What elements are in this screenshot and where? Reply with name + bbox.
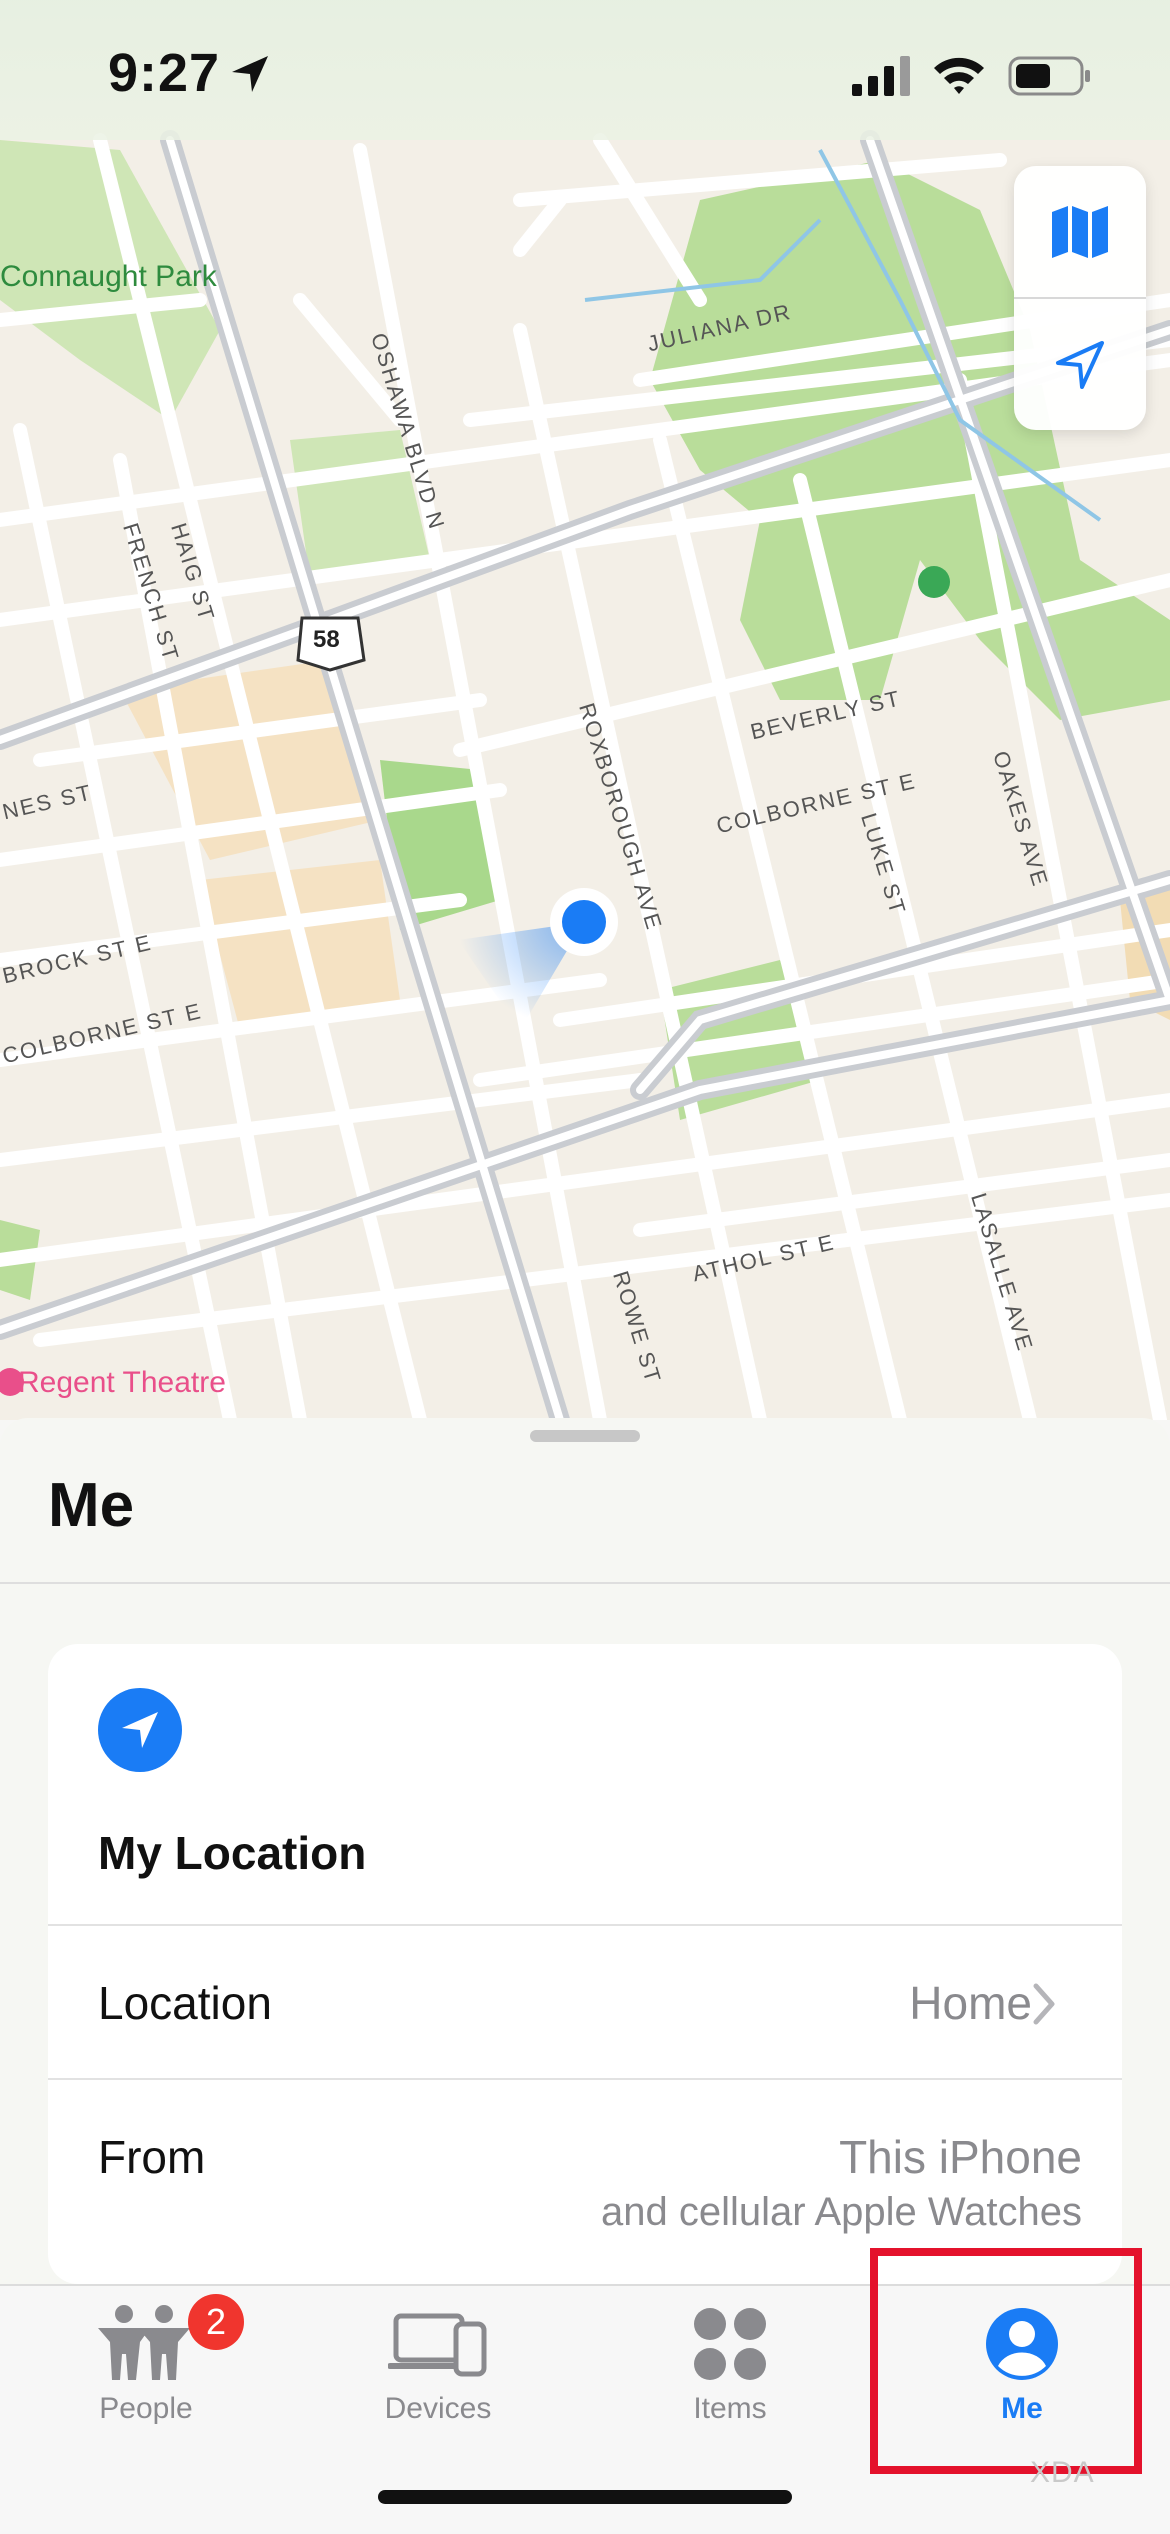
people-badge: 2 (188, 2294, 244, 2350)
map-icon (1052, 205, 1108, 258)
cellular-signal-icon (852, 56, 910, 96)
from-row-value: This iPhone (839, 2131, 1082, 2183)
tab-items[interactable]: Items (620, 2296, 840, 2436)
row-divider (48, 2078, 1122, 2080)
devices-icon (388, 2313, 487, 2377)
status-time: 9:27 (108, 43, 221, 103)
xda-watermark: XDA (1030, 2456, 1095, 2489)
location-arrow-icon (1056, 340, 1104, 389)
tab-devices[interactable]: Devices (328, 2296, 548, 2436)
location-row-value[interactable]: Home (909, 1976, 1032, 2030)
location-services-icon (232, 56, 268, 92)
status-bar: 9:27 (0, 0, 1170, 140)
map-label-regent-theatre[interactable]: Regent Theatre (18, 1366, 226, 1400)
map-controls (1014, 166, 1146, 430)
tab-items-label: Items (693, 2392, 767, 2425)
track-location-button[interactable] (1014, 299, 1146, 430)
wifi-icon (934, 57, 984, 94)
items-icon (694, 2308, 766, 2380)
map-mode-button[interactable] (1014, 166, 1146, 297)
map-view[interactable]: Connaught Park Regent Theatre JULIANA DR… (0, 0, 1170, 1420)
card-title: My Location (98, 1827, 367, 1879)
my-location-icon (98, 1688, 182, 1772)
my-location-card (48, 1644, 1122, 2284)
battery-icon (1008, 56, 1090, 96)
current-location-dot (562, 900, 606, 944)
sheet-title: Me (48, 1471, 135, 1540)
people-icon (98, 2305, 190, 2380)
row-divider (48, 1924, 1122, 1926)
annotation-highlight-box (870, 2248, 1142, 2474)
location-row-label[interactable]: Location (98, 1976, 272, 2030)
sheet-grabber[interactable] (530, 1430, 640, 1442)
home-indicator[interactable] (378, 2490, 792, 2504)
chevron-right-icon[interactable] (1032, 1982, 1058, 2026)
sheet-divider (0, 1582, 1170, 1584)
map-label-connaught-park[interactable]: Connaught Park (0, 260, 217, 294)
tab-devices-label: Devices (384, 2392, 492, 2425)
tab-people-label: People (99, 2392, 193, 2425)
route-number: 58 (313, 626, 340, 653)
from-row-label: From (98, 2131, 206, 2183)
location-arrow-icon (122, 1712, 158, 1748)
from-row-subvalue: and cellular Apple Watches (600, 2190, 1082, 2234)
